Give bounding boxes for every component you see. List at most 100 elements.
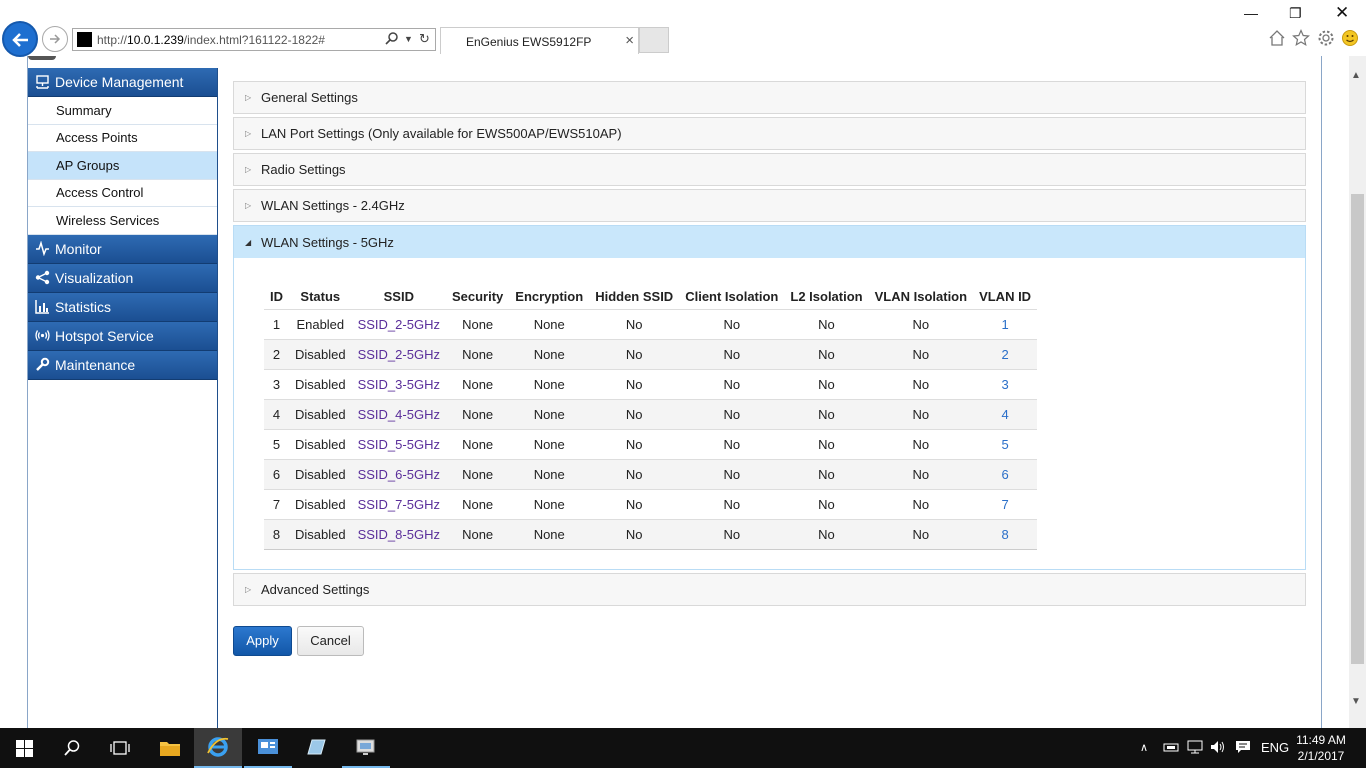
network-icon [34,74,50,90]
cell-vlan-id[interactable]: 1 [973,308,1038,339]
action-center-icon[interactable] [1235,740,1251,757]
sidebar-section-label: Visualization [55,269,134,286]
share-icon [34,270,50,286]
feedback-smiley-icon[interactable] [1341,29,1359,50]
wrench-icon [34,357,50,373]
panel-header[interactable]: ▷ WLAN Settings - 2.4GHz [234,190,1305,221]
sidebar-item-access-points[interactable]: Access Points [28,124,217,152]
sidebar-section-device-management[interactable]: Device Management [28,68,217,97]
panel-header[interactable]: ▷ LAN Port Settings (Only available for … [234,118,1305,149]
cell-security: None [445,368,510,399]
refresh-icon[interactable]: ↻ [419,31,430,47]
address-url[interactable]: http://10.0.1.239/index.html?161122-1822… [97,33,325,47]
sidebar-section-hotspot-service[interactable]: Hotspot Service [28,321,217,351]
column-header: L2 Isolation [790,289,863,305]
cell-hidden-ssid: No [589,308,680,339]
cell-ssid[interactable]: SSID_2-5GHz [351,338,446,369]
vertical-scrollbar[interactable]: ▲ ▼ [1349,56,1366,728]
cell-l2-isolation: No [784,368,869,399]
bar-chart-icon [34,299,50,315]
start-button[interactable] [0,728,48,768]
taskbar-server-manager[interactable] [244,728,292,768]
browser-tab[interactable]: EnGenius EWS5912FP × [440,27,639,54]
sidebar-item-access-control[interactable]: Access Control [28,179,217,207]
sidebar-item-wireless-services[interactable]: Wireless Services [28,207,217,235]
cell-vlan-id[interactable]: 2 [973,338,1038,369]
panel-header[interactable]: ▷ Advanced Settings [234,574,1305,605]
panel-header[interactable]: ▷ Radio Settings [234,154,1305,185]
restore-icon[interactable]: ❐ [1289,5,1302,22]
cell-vlan-id[interactable]: 4 [973,398,1038,429]
taskbar-file-explorer[interactable] [146,728,194,768]
panel-wlan-5ghz: ◢ WLAN Settings - 5GHz ID Status SSID Se… [233,225,1306,570]
cancel-button[interactable]: Cancel [297,625,364,656]
cell-l2-isolation: No [784,458,869,489]
cell-vlan-id[interactable]: 6 [973,458,1038,489]
address-bar[interactable]: http://10.0.1.239/index.html?161122-1822… [72,28,436,51]
taskbar-clock[interactable]: 11:49 AM 2/1/2017 [1296,732,1346,764]
cell-ssid[interactable]: SSID_8-5GHz [351,518,446,550]
language-indicator[interactable]: ENG [1261,740,1289,755]
collapsed-triangle-icon: ▷ [245,129,252,138]
sidebar-section-maintenance[interactable]: Maintenance [28,350,217,380]
panel-header[interactable]: ▷ General Settings [234,82,1305,113]
close-window-icon[interactable]: ✕ [1335,3,1349,23]
cell-vlan-isolation: No [868,308,974,339]
sidebar-item-summary[interactable]: Summary [28,97,217,125]
volume-icon[interactable] [1210,740,1226,757]
taskbar-app[interactable] [292,728,340,768]
panel-title: Advanced Settings [261,581,370,597]
apply-button[interactable]: Apply [233,625,292,656]
wired-network-icon[interactable] [1187,740,1203,757]
cell-security: None [445,488,510,519]
network-tray-icon[interactable] [1162,740,1180,757]
scroll-down-icon[interactable]: ▼ [1351,696,1361,707]
cell-vlan-isolation: No [868,368,974,399]
minimize-icon[interactable]: — [1244,5,1258,21]
scroll-up-icon[interactable]: ▲ [1351,70,1361,81]
sidebar-section-label: Maintenance [55,356,136,373]
cell-ssid[interactable]: SSID_3-5GHz [351,368,446,399]
cell-encryption: None [509,398,590,429]
cell-id: 7 [264,488,289,519]
sidebar-section-monitor[interactable]: Monitor [28,234,217,264]
close-tab-icon[interactable]: × [625,32,634,49]
favorites-star-icon[interactable] [1292,29,1310,50]
cell-ssid[interactable]: SSID_2-5GHz [351,308,446,339]
cell-status: Enabled [289,308,352,339]
cell-vlan-id[interactable]: 8 [973,518,1038,550]
cell-ssid[interactable]: SSID_4-5GHz [351,398,446,429]
cell-ssid[interactable]: SSID_5-5GHz [351,428,446,459]
cell-vlan-id[interactable]: 5 [973,428,1038,459]
task-view-button[interactable] [96,728,144,768]
forward-button[interactable] [42,26,68,52]
expanded-triangle-icon: ◢ [245,237,252,247]
search-button[interactable] [48,728,96,768]
cell-vlan-id[interactable]: 3 [973,368,1038,399]
cell-encryption: None [509,368,590,399]
back-button[interactable] [2,21,38,57]
column-header: SSID [383,289,414,305]
cell-encryption: None [509,518,590,550]
settings-gear-icon[interactable] [1317,29,1335,50]
tray-expand-icon[interactable]: ∧ [1140,741,1148,754]
cell-vlan-id[interactable]: 7 [973,488,1038,519]
sidebar-section-visualization[interactable]: Visualization [28,263,217,293]
cell-ssid[interactable]: SSID_7-5GHz [351,488,446,519]
home-icon[interactable] [1268,29,1286,50]
panel-header[interactable]: ◢ WLAN Settings - 5GHz [234,226,1305,258]
cell-status: Disabled [289,398,352,429]
cell-ssid[interactable]: SSID_6-5GHz [351,458,446,489]
dropdown-chevron-icon[interactable]: ▼ [404,34,413,44]
taskbar-remote-app[interactable] [342,728,390,768]
taskbar-internet-explorer[interactable] [194,728,242,768]
cell-id: 8 [264,518,289,550]
new-tab-button[interactable] [639,27,669,53]
sidebar-section-statistics[interactable]: Statistics [28,292,217,322]
cell-id: 2 [264,338,289,369]
search-icon[interactable] [385,31,399,48]
cell-l2-isolation: No [784,338,869,369]
panel-title: General Settings [261,90,358,105]
scrollbar-thumb[interactable] [1351,194,1364,664]
sidebar-item-ap-groups[interactable]: AP Groups [28,152,217,180]
